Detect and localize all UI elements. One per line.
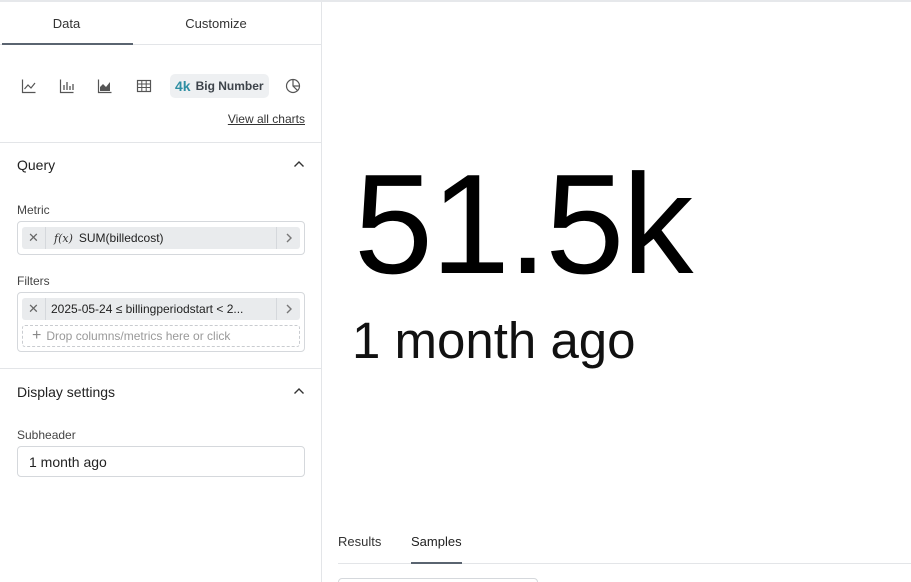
tab-customize[interactable]: Customize — [133, 2, 299, 45]
metric-control: ✕ f(x) SUM(billedcost) — [17, 221, 305, 255]
area-chart-icon[interactable] — [97, 75, 113, 97]
tab-data[interactable]: Data — [0, 2, 133, 45]
view-all-charts-link[interactable]: View all charts — [228, 112, 305, 126]
table-icon[interactable] — [136, 75, 152, 97]
chevron-up-icon — [294, 161, 304, 167]
filter-value: 2025-05-24 ≤ billingperiodstart < 2... — [51, 302, 244, 316]
chevron-up-icon — [294, 388, 304, 394]
subheader-input[interactable] — [17, 446, 305, 477]
big-number-chart-button[interactable]: 4k Big Number — [170, 74, 269, 98]
pie-chart-icon[interactable] — [285, 75, 301, 97]
tab-results[interactable]: Results — [338, 534, 381, 549]
bar-chart-icon[interactable] — [59, 75, 75, 97]
chart-type-selector: 4k Big Number View all charts — [0, 45, 321, 143]
panel-tabs: Data Customize — [0, 2, 321, 45]
filters-control: ✕ 2025-05-24 ≤ billingperiodstart < 2...… — [17, 292, 305, 352]
display-settings-title: Display settings — [17, 384, 116, 400]
function-icon: f(x) — [54, 231, 73, 245]
data-pane-tabs: Results Samples — [338, 522, 911, 564]
filters-label: Filters — [17, 274, 50, 288]
metric-label: Metric — [17, 203, 50, 217]
chevron-right-icon[interactable] — [276, 227, 300, 249]
drop-placeholder: Drop columns/metrics here or click — [46, 329, 231, 343]
query-title: Query — [17, 157, 56, 173]
big-number-subheader: 1 month ago — [352, 312, 636, 369]
display-settings-header[interactable]: Display settings — [0, 369, 321, 413]
search-box[interactable] — [338, 578, 538, 582]
drop-columns-zone[interactable]: + Drop columns/metrics here or click — [22, 325, 300, 347]
line-chart-icon[interactable] — [21, 75, 37, 97]
remove-metric-icon[interactable]: ✕ — [22, 227, 46, 249]
tab-samples[interactable]: Samples — [411, 534, 462, 564]
plus-icon: + — [32, 327, 42, 344]
subheader-label: Subheader — [17, 428, 76, 442]
control-panel: Data Customize 4k Big Number View all ch… — [0, 2, 322, 582]
metric-value: SUM(billedcost) — [78, 231, 164, 245]
big-number-icon: 4k — [175, 78, 191, 94]
big-number-value: 51.5k — [354, 145, 693, 304]
filter-pill[interactable]: ✕ 2025-05-24 ≤ billingperiodstart < 2... — [22, 298, 300, 320]
remove-filter-icon[interactable]: ✕ — [22, 298, 46, 320]
metric-pill[interactable]: ✕ f(x) SUM(billedcost) — [22, 227, 300, 249]
chevron-right-icon[interactable] — [276, 298, 300, 320]
big-number-label: Big Number — [195, 79, 264, 93]
query-section-header[interactable]: Query — [0, 143, 321, 187]
chart-preview: 51.5k 1 month ago Results Samples — [322, 2, 911, 582]
